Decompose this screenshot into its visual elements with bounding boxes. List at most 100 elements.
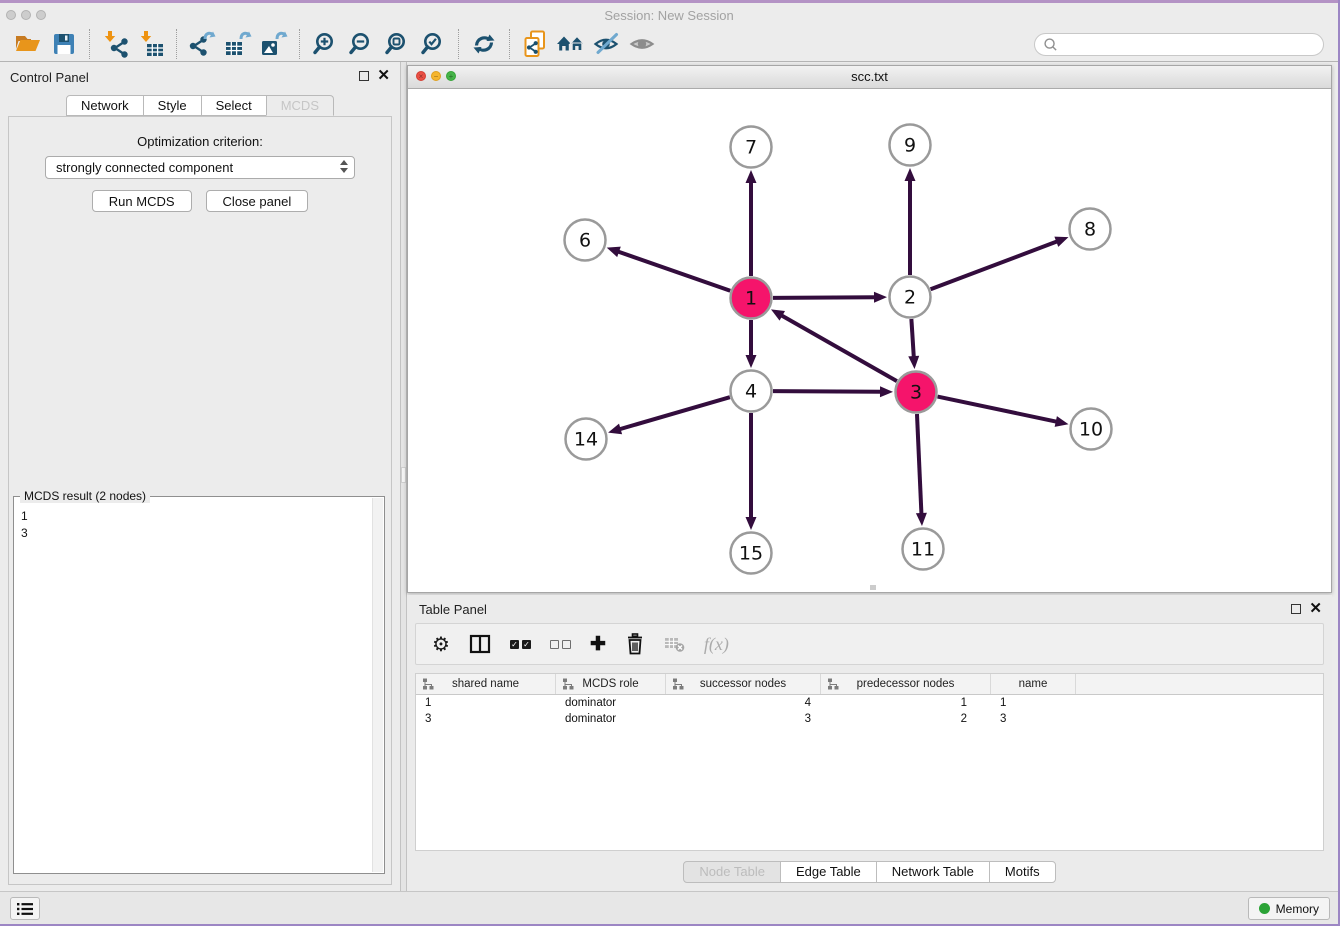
main-toolbar bbox=[0, 27, 1338, 62]
graph-node-7[interactable] bbox=[731, 127, 772, 168]
minimize-window-button[interactable] bbox=[21, 10, 31, 20]
export-network-button[interactable] bbox=[184, 28, 220, 60]
graph-edge-arrow bbox=[746, 355, 757, 368]
graph-edge-3-10[interactable] bbox=[938, 397, 1058, 422]
network-close-button[interactable]: × bbox=[416, 71, 426, 81]
graph-node-2[interactable] bbox=[890, 277, 931, 318]
tab-network[interactable]: Network bbox=[66, 95, 144, 116]
tab-node-table[interactable]: Node Table bbox=[683, 861, 781, 883]
graph-node-9[interactable] bbox=[890, 125, 931, 166]
graph-node-11[interactable] bbox=[903, 529, 944, 570]
graph-edge-4-14[interactable] bbox=[619, 397, 730, 429]
graph-edge-1-2[interactable] bbox=[773, 297, 876, 298]
float-panel-icon[interactable] bbox=[359, 71, 369, 81]
column-header-name[interactable]: name bbox=[991, 674, 1076, 694]
maximize-window-button[interactable] bbox=[36, 10, 46, 20]
show-columns-button[interactable] bbox=[469, 629, 491, 659]
show-panel-button[interactable] bbox=[625, 28, 661, 60]
delete-table-button[interactable] bbox=[664, 629, 685, 659]
network-view-window: × − + scc.txt 1234678910111415 bbox=[407, 65, 1332, 593]
export-image-button[interactable] bbox=[256, 28, 292, 60]
table-row[interactable]: 1 dominator 4 1 1 bbox=[416, 695, 1323, 711]
graph-node-15[interactable] bbox=[731, 533, 772, 574]
import-network-icon bbox=[101, 30, 129, 58]
splitter-grip[interactable] bbox=[401, 467, 406, 483]
close-table-panel-icon[interactable]: ✕ bbox=[1309, 604, 1322, 614]
deselect-all-button[interactable] bbox=[550, 629, 571, 659]
zoom-fit-button[interactable] bbox=[379, 28, 415, 60]
column-header-shared-name[interactable]: shared name bbox=[416, 674, 556, 694]
close-panel-button[interactable]: Close panel bbox=[206, 190, 309, 212]
graph-edge-arrow bbox=[880, 386, 893, 397]
select-all-button[interactable]: ✓ ✓ bbox=[510, 629, 531, 659]
search-input[interactable] bbox=[1063, 37, 1315, 51]
criterion-select[interactable]: strongly connected component bbox=[45, 156, 355, 179]
column-header-successor-nodes[interactable]: successor nodes bbox=[666, 674, 821, 694]
graph-edge-4-3[interactable] bbox=[773, 391, 882, 392]
close-panel-icon[interactable]: ✕ bbox=[377, 71, 390, 81]
zoom-out-button[interactable] bbox=[343, 28, 379, 60]
zoom-selected-button[interactable] bbox=[415, 28, 451, 60]
graph-edge-1-6[interactable] bbox=[617, 251, 730, 291]
network-window-title: scc.txt bbox=[408, 66, 1331, 88]
import-table-button[interactable] bbox=[133, 28, 169, 60]
refresh-button[interactable] bbox=[466, 28, 502, 60]
tab-network-table[interactable]: Network Table bbox=[876, 861, 990, 883]
float-table-panel-icon[interactable] bbox=[1291, 604, 1301, 614]
network-overview-button[interactable] bbox=[553, 28, 589, 60]
open-session-button[interactable] bbox=[10, 28, 46, 60]
list-icon bbox=[16, 902, 34, 916]
zoom-out-icon bbox=[348, 31, 374, 57]
graph-canvas: 1234678910111415 bbox=[408, 89, 1333, 593]
export-table-button[interactable] bbox=[220, 28, 256, 60]
graph-edge-3-11[interactable] bbox=[917, 414, 922, 515]
memory-button[interactable]: Memory bbox=[1248, 897, 1330, 920]
table-row[interactable]: 3 dominator 3 2 3 bbox=[416, 711, 1323, 727]
panel-splitter[interactable] bbox=[400, 62, 407, 891]
tab-mcds[interactable]: MCDS bbox=[266, 95, 334, 116]
graph-node-4[interactable] bbox=[731, 371, 772, 412]
tab-edge-table[interactable]: Edge Table bbox=[780, 861, 877, 883]
mcds-panel: Optimization criterion: strongly connect… bbox=[8, 116, 392, 885]
zoom-selected-icon bbox=[420, 31, 446, 57]
tab-motifs[interactable]: Motifs bbox=[989, 861, 1056, 883]
network-minimize-button[interactable]: − bbox=[431, 71, 441, 81]
mcds-result-textarea[interactable]: 1 3 bbox=[15, 506, 371, 872]
graph-node-10[interactable] bbox=[1071, 409, 1112, 450]
column-header-mcds-role[interactable]: MCDS role bbox=[556, 674, 666, 694]
duplicate-network-button[interactable] bbox=[517, 28, 553, 60]
add-column-button[interactable]: ✚ bbox=[590, 629, 606, 659]
export-network-icon bbox=[188, 30, 216, 58]
zoom-in-button[interactable] bbox=[307, 28, 343, 60]
graph-node-1[interactable] bbox=[731, 278, 772, 319]
tab-style[interactable]: Style bbox=[143, 95, 202, 116]
import-network-button[interactable] bbox=[97, 28, 133, 60]
control-panel-header: Control Panel ✕ bbox=[0, 62, 400, 88]
graph-node-3[interactable] bbox=[896, 372, 937, 413]
run-mcds-button[interactable]: Run MCDS bbox=[92, 190, 192, 212]
save-session-button[interactable] bbox=[46, 28, 82, 60]
column-header-predecessor-nodes[interactable]: predecessor nodes bbox=[821, 674, 991, 694]
function-builder-button[interactable]: f(x) bbox=[704, 629, 729, 659]
graph-edge-3-1[interactable] bbox=[781, 315, 897, 381]
result-scrollbar[interactable] bbox=[372, 498, 383, 872]
gear-icon: ⚙ bbox=[432, 632, 450, 657]
tab-select[interactable]: Select bbox=[201, 95, 267, 116]
graph-edge-2-8[interactable] bbox=[931, 241, 1059, 289]
graph-node-8[interactable] bbox=[1070, 209, 1111, 250]
graph-edge-arrow bbox=[607, 247, 621, 257]
delete-columns-button[interactable] bbox=[625, 629, 645, 659]
close-window-button[interactable] bbox=[6, 10, 16, 20]
network-resize-grip[interactable] bbox=[870, 585, 876, 590]
hide-panel-button[interactable] bbox=[589, 28, 625, 60]
network-canvas: 1234678910111415 bbox=[408, 89, 1331, 592]
graph-edge-2-3[interactable] bbox=[911, 319, 913, 358]
graph-node-6[interactable] bbox=[565, 220, 606, 261]
network-maximize-button[interactable]: + bbox=[446, 71, 456, 81]
graph-node-14[interactable] bbox=[566, 419, 607, 460]
table-mode-button[interactable]: ⚙ bbox=[432, 629, 450, 659]
main-area: Control Panel ✕ Network Style Select MCD… bbox=[0, 62, 1338, 891]
houses-icon bbox=[556, 31, 586, 57]
task-history-button[interactable] bbox=[10, 897, 40, 920]
plus-icon: ✚ bbox=[590, 633, 606, 656]
